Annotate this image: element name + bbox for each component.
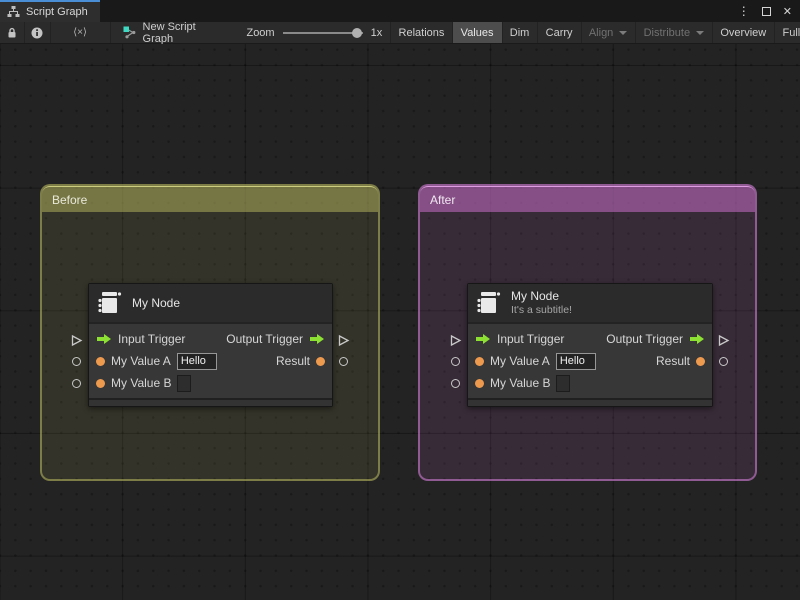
external-value-port-icon[interactable] — [72, 357, 81, 366]
chevron-down-icon — [696, 30, 705, 35]
value-a-row: My Value A Result — [89, 350, 332, 372]
external-value-port-icon[interactable] — [72, 379, 81, 388]
zoom-slider-track — [282, 31, 363, 34]
new-script-graph-label: New Script Graph — [142, 20, 196, 45]
node-my-node-after[interactable]: My Node It's a subtitle! Input Trigger O… — [467, 283, 713, 407]
script-graph-window: Script Graph ⋮ ✕ ⟨×⟩ New Script Graph Zo… — [0, 0, 800, 600]
chevron-down-icon — [619, 30, 628, 35]
value-b-port-icon[interactable] — [475, 378, 484, 388]
value-b-row: My Value B — [468, 372, 712, 394]
align-label: Align — [588, 26, 614, 39]
value-b-input[interactable] — [177, 374, 192, 392]
relations-button[interactable]: Relations — [391, 22, 453, 43]
window-controls: ⋮ ✕ — [738, 0, 800, 22]
toolbar-right: Relations Values Dim Carry Align Distrib… — [390, 22, 800, 43]
value-b-row: My Value B — [89, 372, 332, 394]
close-icon[interactable]: ✕ — [783, 5, 792, 18]
menu-dots-icon[interactable]: ⋮ — [738, 4, 750, 18]
input-trigger-label: Input Trigger — [497, 332, 565, 346]
value-a-input[interactable] — [555, 352, 596, 370]
unit-icon — [97, 290, 123, 316]
node-titles: My Node It's a subtitle! — [511, 289, 572, 317]
trigger-row: Input Trigger Output Trigger — [89, 328, 332, 350]
group-label: Before — [52, 192, 88, 207]
zoom-label: Zoom — [246, 26, 275, 39]
external-value-port-icon[interactable] — [451, 379, 460, 388]
zoom-control: Zoom 1x — [232, 27, 390, 39]
input-trigger-port-icon[interactable] — [475, 333, 491, 345]
graph-icon — [7, 6, 20, 18]
external-value-port-icon[interactable] — [451, 357, 460, 366]
output-trigger-label: Output Trigger — [606, 332, 683, 346]
fullscreen-button[interactable]: Full Scr — [775, 22, 800, 43]
lock-button[interactable] — [0, 22, 24, 43]
value-a-port-icon[interactable] — [96, 356, 105, 366]
node-title: My Node — [511, 288, 560, 303]
external-trigger-port-icon[interactable] — [70, 334, 83, 347]
value-a-label: My Value A — [490, 354, 550, 368]
node-footer — [89, 398, 332, 406]
zoom-slider-handle[interactable] — [351, 27, 362, 38]
node-my-node-before[interactable]: My Node Input Trigger Output Trigger My … — [88, 283, 333, 407]
code-icon: ⟨×⟩ — [73, 27, 87, 38]
tab-script-graph[interactable]: Script Graph — [0, 0, 100, 22]
output-trigger-label: Output Trigger — [226, 332, 303, 346]
trigger-row: Input Trigger Output Trigger — [468, 328, 712, 350]
graph-canvas[interactable]: Before After My Node Input Trigger Outpu… — [0, 44, 800, 600]
graph-asset-icon — [123, 26, 137, 39]
distribute-dropdown[interactable]: Distribute — [636, 22, 712, 43]
value-b-label: My Value B — [490, 376, 551, 390]
node-title: My Node — [132, 295, 181, 310]
result-label: Result — [655, 354, 690, 368]
overview-button[interactable]: Overview — [712, 22, 774, 43]
info-button[interactable] — [25, 22, 49, 43]
zoom-slider[interactable] — [282, 27, 363, 39]
values-button[interactable]: Values — [452, 22, 502, 43]
tab-bar: Script Graph ⋮ ✕ — [0, 0, 800, 22]
dim-button[interactable]: Dim — [502, 22, 538, 43]
unit-icon — [476, 290, 502, 316]
group-after-header[interactable]: After — [420, 186, 755, 212]
node-footer — [468, 398, 712, 406]
external-value-port-icon[interactable] — [339, 357, 348, 366]
value-b-port-icon[interactable] — [96, 378, 105, 388]
graph-toolbar: ⟨×⟩ New Script Graph Zoom 1x Relations V… — [0, 21, 800, 45]
zoom-value: 1x — [370, 26, 383, 39]
value-a-label: My Value A — [111, 354, 171, 368]
value-b-input[interactable] — [556, 374, 571, 392]
value-b-label: My Value B — [111, 376, 172, 390]
node-subtitle: It's a subtitle! — [511, 303, 572, 316]
node-body: Input Trigger Output Trigger My Value A … — [468, 324, 712, 398]
value-a-port-icon[interactable] — [475, 356, 484, 366]
external-value-port-icon[interactable] — [719, 357, 728, 366]
maximize-icon[interactable] — [761, 6, 771, 16]
group-before-header[interactable]: Before — [42, 186, 378, 212]
node-body: Input Trigger Output Trigger My Value A … — [89, 324, 332, 398]
lock-icon — [6, 27, 18, 39]
output-trigger-port-icon[interactable] — [309, 333, 325, 345]
input-trigger-port-icon[interactable] — [96, 333, 112, 345]
input-trigger-label: Input Trigger — [118, 332, 186, 346]
result-label: Result — [275, 354, 310, 368]
info-icon — [31, 27, 43, 39]
result-port-icon[interactable] — [696, 356, 705, 366]
code-preview-button[interactable]: ⟨×⟩ — [51, 22, 110, 43]
value-a-input[interactable] — [176, 352, 217, 370]
value-a-row: My Value A Result — [468, 350, 712, 372]
distribute-label: Distribute — [643, 26, 691, 39]
external-trigger-port-icon[interactable] — [449, 334, 462, 347]
external-trigger-port-icon[interactable] — [717, 334, 730, 347]
node-titles: My Node — [132, 296, 180, 311]
group-label: After — [430, 192, 456, 207]
new-script-graph-button[interactable]: New Script Graph — [111, 21, 233, 45]
tab-title: Script Graph — [26, 6, 88, 18]
node-header[interactable]: My Node — [89, 284, 332, 324]
external-trigger-port-icon[interactable] — [337, 334, 350, 347]
result-port-icon[interactable] — [316, 356, 325, 366]
align-dropdown[interactable]: Align — [581, 22, 635, 43]
carry-button[interactable]: Carry — [538, 22, 581, 43]
node-header[interactable]: My Node It's a subtitle! — [468, 284, 712, 324]
output-trigger-port-icon[interactable] — [689, 333, 705, 345]
